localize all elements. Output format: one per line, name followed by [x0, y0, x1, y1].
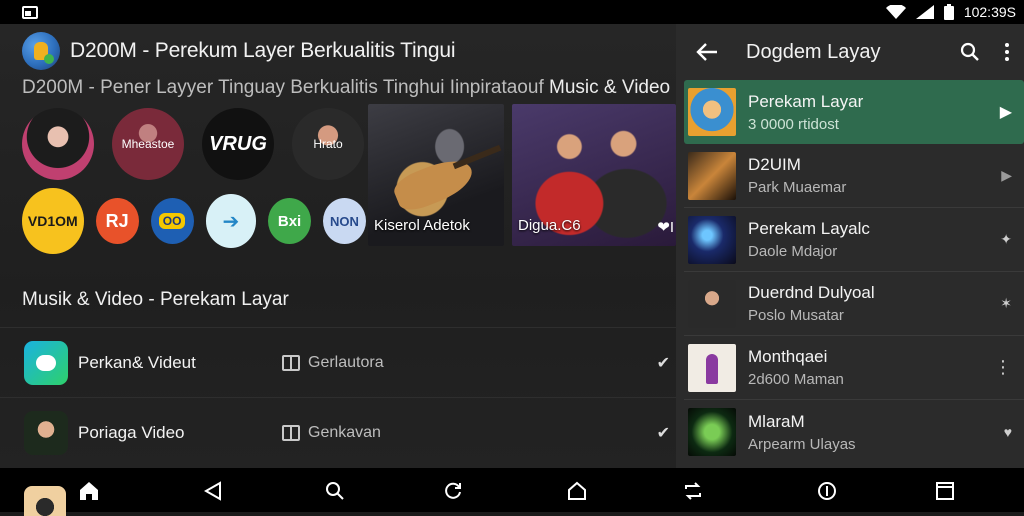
play-icon[interactable]: ▶: [1000, 102, 1012, 122]
section-title: Musik & Video - Perekam Layar: [22, 289, 289, 310]
repeat-icon[interactable]: [682, 480, 704, 502]
artist-avatar[interactable]: VRUG: [202, 108, 274, 180]
track-title: Duerdnd Dulyoal: [748, 283, 875, 302]
wifi-icon: [885, 5, 906, 19]
list-item-title: Perkan& Videut: [78, 352, 196, 372]
app-title: D200M - Perekum Layer Berkualitis Tingui: [70, 39, 456, 62]
navigation-bar: [0, 468, 1024, 516]
list-item-category: Genkavan: [308, 423, 381, 441]
signal-icon: [915, 5, 934, 19]
pin-icon[interactable]: ✦: [1000, 231, 1012, 248]
track-thumbnail: [688, 88, 736, 136]
check-icon[interactable]: ✔: [657, 353, 670, 373]
app-header: D200M - Perekum Layer Berkualitis Tingui: [22, 32, 456, 70]
track-subtitle: 3 0000 rtidost: [748, 115, 839, 133]
battery-icon: [943, 4, 954, 20]
track-subtitle: Poslo Musatar: [748, 307, 844, 324]
info-icon[interactable]: [816, 480, 838, 502]
book-icon: [282, 354, 300, 371]
app-chip[interactable]: Bxi: [268, 198, 312, 244]
panel-header: Dogdem Layay: [676, 24, 1024, 80]
track-subtitle: Park Muaemar: [748, 179, 847, 196]
chat-app-icon: [24, 340, 68, 385]
track-title: Perekam Layar: [748, 91, 864, 111]
home-icon[interactable]: [78, 480, 100, 502]
location-pin-icon: ❤I: [657, 219, 674, 236]
list-item-meta: Gerlautora: [282, 354, 384, 372]
back-arrow-icon[interactable]: [696, 42, 718, 62]
clock: 102:39S: [963, 4, 1016, 20]
track-item[interactable]: Monthqaei 2d600 Maman ⋮: [684, 336, 1024, 400]
app-chip[interactable]: RJ: [95, 198, 139, 244]
track-item[interactable]: Duerdnd Dulyoal Poslo Musatar ✶: [684, 272, 1024, 336]
track-title: D2UIM: [748, 155, 801, 174]
search-icon[interactable]: [324, 480, 346, 502]
playlist-panel: Dogdem Layay Perekam Layar 3 0000 rtidos…: [676, 24, 1024, 468]
status-bar: 102:39S: [0, 0, 1024, 24]
notification-area: [22, 5, 38, 19]
main-content: D200M - Perekum Layer Berkualitis Tingui…: [0, 24, 676, 468]
check-icon[interactable]: ✔: [657, 423, 670, 443]
recents-icon[interactable]: [934, 480, 956, 502]
page-subtitle: D200M - Pener Layyer Tinguay Berkualitis…: [22, 77, 670, 99]
track-thumbnail: [688, 343, 736, 392]
video-thumbnail-icon: [24, 410, 68, 455]
track-item[interactable]: D2UIM Park Muaemar ▶: [684, 144, 1024, 208]
track-thumbnail: [688, 408, 736, 456]
track-subtitle: Arpearm Ulayas: [748, 435, 856, 453]
app-logo-icon[interactable]: [22, 32, 60, 70]
artist-avatar[interactable]: Hrato: [292, 108, 364, 180]
star-icon[interactable]: ✶: [1000, 295, 1012, 312]
play-icon[interactable]: ▶: [1001, 167, 1012, 184]
cast-icon: [22, 5, 38, 19]
video-title: Digua.C6: [518, 217, 581, 234]
track-subtitle: Daole Mdajor: [748, 243, 838, 260]
track-thumbnail: [688, 151, 736, 200]
video-title: Kiserol Adetok: [374, 217, 470, 234]
app-chip[interactable]: OO: [150, 198, 194, 244]
artist-grid: Mheastoe VRUG Hrato VD1OM RJ OO ➔ Bxi NO…: [22, 108, 366, 254]
track-thumbnail: [688, 279, 736, 328]
track-title: Perekam Layalc: [748, 219, 870, 238]
status-icons: 102:39S: [885, 4, 1016, 20]
house-outline-icon[interactable]: [566, 480, 588, 502]
video-card[interactable]: Kiserol Adetok: [368, 104, 504, 246]
panel-title: Dogdem Layay: [746, 40, 881, 63]
track-title: Monthqaei: [748, 347, 828, 366]
track-thumbnail: [688, 215, 736, 264]
panel-actions: [960, 42, 1010, 62]
heart-icon[interactable]: ♥: [1004, 424, 1012, 440]
track-item[interactable]: Perekam Layalc Daole Mdajor ✦: [684, 208, 1024, 272]
subtitle-tail: Music & Video: [549, 77, 671, 98]
app-chip[interactable]: ➔: [205, 194, 257, 248]
track-list: Perekam Layar 3 0000 rtidost ▶ D2UIM Par…: [684, 80, 1024, 464]
list-item-title: Poriaga Video: [78, 422, 185, 442]
subtitle-main: D200M - Pener Layyer Tinguay Berkualitis…: [22, 77, 544, 98]
more-vert-icon[interactable]: [1004, 42, 1010, 62]
book-icon: [282, 424, 300, 441]
app-chip-row: VD1OM RJ OO ➔ Bxi NON: [22, 188, 366, 254]
track-item[interactable]: MlaraM Arpearm Ulayas ♥: [684, 400, 1024, 464]
back-icon[interactable]: [202, 480, 224, 502]
refresh-icon[interactable]: [442, 480, 464, 502]
track-subtitle: 2d600 Maman: [748, 371, 844, 388]
media-list: Perkan& Videut Gerlautora ✔ Poriaga Vide…: [0, 327, 676, 467]
more-vert-icon[interactable]: ⋮: [994, 357, 1012, 378]
video-card[interactable]: Digua.C6 ❤I: [512, 104, 676, 246]
app-chip[interactable]: VD1OM: [22, 188, 84, 254]
track-item[interactable]: Perekam Layar 3 0000 rtidost ▶: [684, 80, 1024, 144]
list-item[interactable]: Perkan& Videut Gerlautora ✔: [0, 327, 676, 397]
artist-row: Mheastoe VRUG Hrato: [22, 108, 366, 180]
app-chip[interactable]: NON: [323, 198, 366, 244]
artist-avatar[interactable]: [22, 108, 94, 180]
list-item-category: Gerlautora: [308, 353, 384, 371]
artist-avatar[interactable]: Mheastoe: [112, 108, 184, 180]
list-item[interactable]: Poriaga Video Genkavan ✔: [0, 397, 676, 467]
track-title: MlaraM: [748, 411, 805, 431]
search-icon[interactable]: [960, 42, 980, 62]
list-item-meta: Genkavan: [282, 424, 381, 442]
